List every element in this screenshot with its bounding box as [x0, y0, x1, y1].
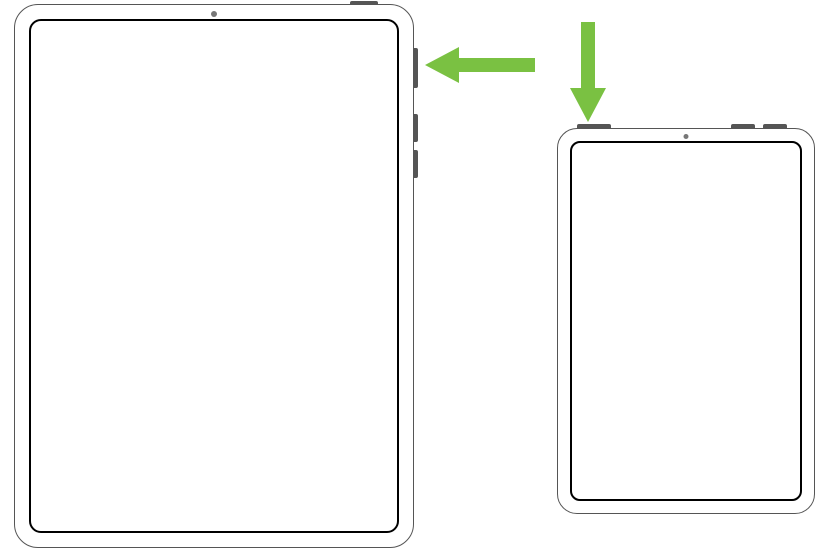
ipad-small-camera-icon — [684, 134, 689, 139]
ipad-large-frame — [14, 4, 414, 548]
ipad-small-screen — [570, 141, 802, 501]
diagram-canvas — [0, 0, 826, 556]
arrow-left-icon — [425, 44, 535, 91]
ipad-large-device — [14, 4, 414, 548]
ipad-small-device — [557, 128, 815, 514]
arrow-down-icon — [567, 22, 609, 127]
ipad-large-camera-icon — [211, 11, 217, 17]
ipad-large-volume-down-button — [414, 150, 418, 178]
ipad-large-screen — [29, 19, 399, 533]
ipad-large-side-button — [414, 48, 418, 88]
ipad-small-frame — [557, 128, 815, 514]
ipad-large-volume-up-button — [414, 114, 418, 142]
